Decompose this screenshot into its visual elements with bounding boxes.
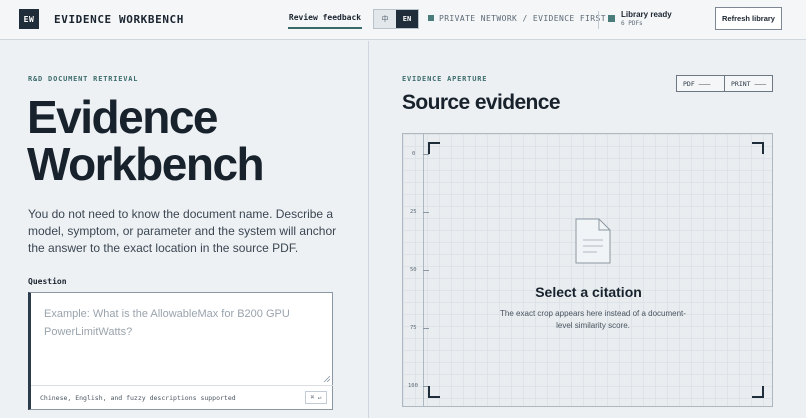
page-title: Evidence Workbench	[27, 91, 265, 190]
ruler-tick: 75	[410, 325, 417, 331]
ruler-tick: 100	[408, 383, 418, 389]
crop-corner-bottom-right	[752, 386, 764, 398]
network-status-text: PRIVATE NETWORK / EVIDENCE FIRST	[439, 14, 606, 23]
lang-zh-button[interactable]: 中	[374, 10, 396, 28]
app-logo: EW	[19, 9, 39, 29]
ruler-tick: 25	[410, 209, 417, 215]
empty-state-subtitle: The exact crop appears here instead of a…	[500, 309, 686, 330]
empty-state-title: Select a citation	[535, 284, 642, 300]
ruler-tick-mark	[423, 270, 429, 271]
export-buttons: PDF ——— PRINT ———	[676, 75, 773, 92]
input-hint: Chinese, English, and fuzzy descriptions…	[40, 394, 236, 402]
question-input[interactable]: Example: What is the AllowableMax for B2…	[44, 305, 304, 341]
library-status: Library ready	[621, 10, 672, 19]
evidence-viewer: 0 25 50 75 100 Select a citation The exa…	[402, 133, 773, 407]
ruler-tick-mark	[423, 212, 429, 213]
submit-shortcut[interactable]: ⌘ ↵	[305, 391, 327, 404]
crop-corner-bottom-left	[428, 386, 440, 398]
ruler-tick-mark	[423, 328, 429, 329]
ruler-tick: 0	[412, 151, 416, 157]
network-status-dot	[428, 15, 434, 21]
print-button[interactable]: PRINT ———	[725, 76, 772, 91]
review-feedback-link[interactable]: Review feedback	[288, 13, 362, 29]
source-evidence-title: Source evidence	[402, 91, 561, 114]
page-description: You do not need to know the document nam…	[28, 207, 337, 255]
ruler-tick: 50	[410, 267, 417, 273]
resize-grip-icon[interactable]	[323, 375, 330, 382]
question-box: Example: What is the AllowableMax for B2…	[28, 292, 333, 410]
page-title-line1: Evidence	[27, 91, 219, 143]
crop-corner-top-left	[428, 142, 440, 154]
library-count: 6 PDFs	[621, 20, 643, 27]
page-title-line2: Workbench	[27, 138, 265, 190]
language-toggle: 中 EN	[373, 9, 419, 29]
header-divider	[598, 11, 599, 29]
library-status-dot	[608, 15, 615, 22]
crop-corner-top-right	[752, 142, 764, 154]
left-eyebrow: R&D DOCUMENT RETRIEVAL	[28, 75, 139, 83]
question-label: Question	[28, 277, 67, 286]
right-eyebrow: EVIDENCE APERTURE	[402, 75, 488, 83]
ruler-tick-mark	[423, 154, 429, 155]
lang-en-button[interactable]: EN	[396, 10, 418, 28]
document-icon	[575, 218, 611, 264]
question-footer: Chinese, English, and fuzzy descriptions…	[31, 385, 333, 409]
top-bar: EW EVIDENCE WORKBENCH Review feedback 中 …	[0, 0, 806, 40]
refresh-library-button[interactable]: Refresh library	[715, 7, 782, 30]
app-title: EVIDENCE WORKBENCH	[54, 13, 185, 26]
pdf-button[interactable]: PDF ———	[677, 76, 725, 91]
